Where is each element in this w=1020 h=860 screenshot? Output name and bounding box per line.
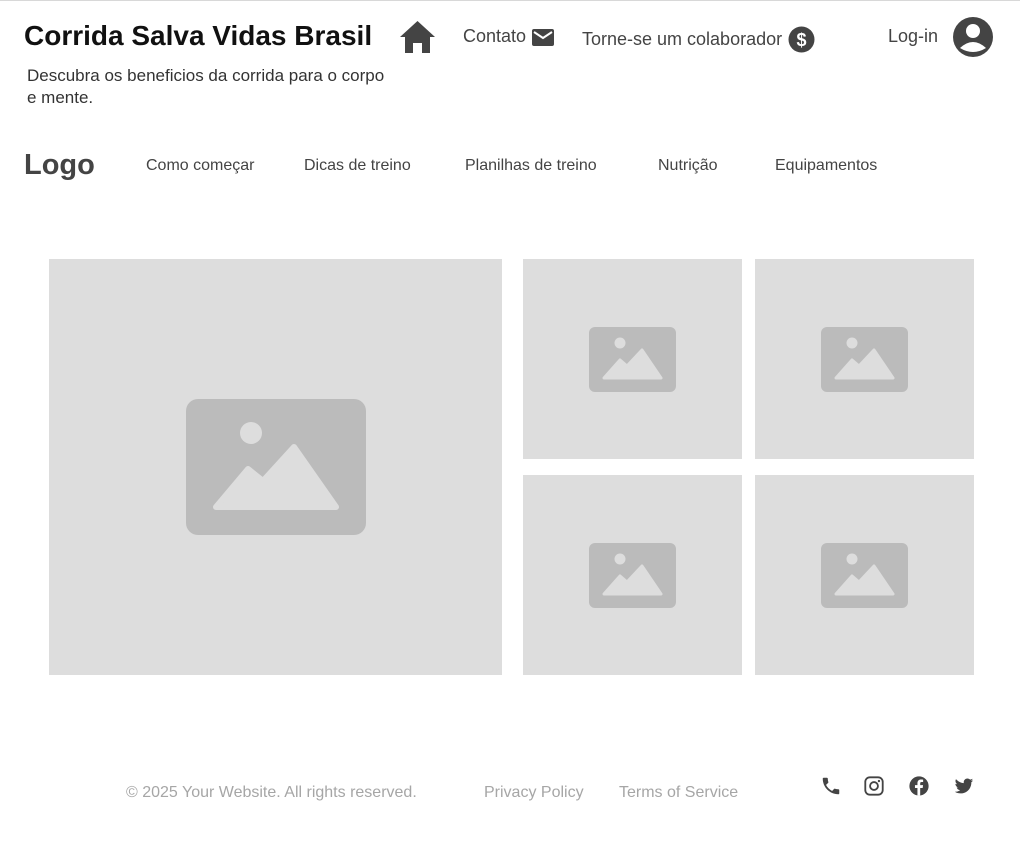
- contact-link-label: Contato: [463, 26, 527, 46]
- privacy-policy-link[interactable]: Privacy Policy: [484, 784, 584, 802]
- contact-link[interactable]: Contato: [463, 26, 555, 47]
- image-placeholder-icon: [821, 542, 908, 608]
- svg-text:$: $: [797, 30, 807, 50]
- logo[interactable]: Logo: [24, 149, 95, 182]
- gallery-image[interactable]: [755, 259, 974, 459]
- nav-item-dicas-de-treino[interactable]: Dicas de treino: [304, 157, 411, 175]
- tagline: Descubra os beneficios da corrida para o…: [27, 66, 385, 107]
- nav-item-como-comecar[interactable]: Como começar: [146, 157, 254, 175]
- site-title: Corrida Salva Vidas Brasil: [24, 20, 373, 51]
- terms-of-service-link[interactable]: Terms of Service: [619, 784, 738, 802]
- twitter-icon[interactable]: [953, 775, 975, 797]
- image-placeholder-icon: [589, 542, 676, 608]
- become-contributor-label: Torne-se um colaborador: [582, 29, 783, 49]
- gallery-image-main[interactable]: [49, 259, 502, 675]
- gallery-image[interactable]: [523, 259, 742, 459]
- top-divider: [0, 0, 1020, 1]
- dollar-icon: $: [788, 26, 815, 53]
- home-icon[interactable]: [399, 19, 436, 55]
- instagram-icon[interactable]: [863, 775, 885, 797]
- user-account-icon[interactable]: [952, 16, 994, 58]
- copyright-text: © 2025 Your Website. All rights reserved…: [126, 784, 417, 801]
- login-link[interactable]: Log-in: [888, 26, 938, 47]
- phone-icon[interactable]: [820, 775, 842, 797]
- image-placeholder-icon: [821, 326, 908, 392]
- mail-icon: [532, 28, 555, 46]
- become-contributor-link[interactable]: Torne-se um colaborador $: [582, 26, 815, 53]
- image-placeholder-icon: [185, 399, 366, 535]
- gallery-image[interactable]: [523, 475, 742, 675]
- nav-item-nutricao[interactable]: Nutrição: [658, 157, 718, 175]
- nav-item-planilhas-de-treino[interactable]: Planilhas de treino: [465, 157, 597, 175]
- gallery-image[interactable]: [755, 475, 974, 675]
- image-placeholder-icon: [589, 326, 676, 392]
- facebook-icon[interactable]: [908, 775, 930, 797]
- nav-item-equipamentos[interactable]: Equipamentos: [775, 157, 877, 175]
